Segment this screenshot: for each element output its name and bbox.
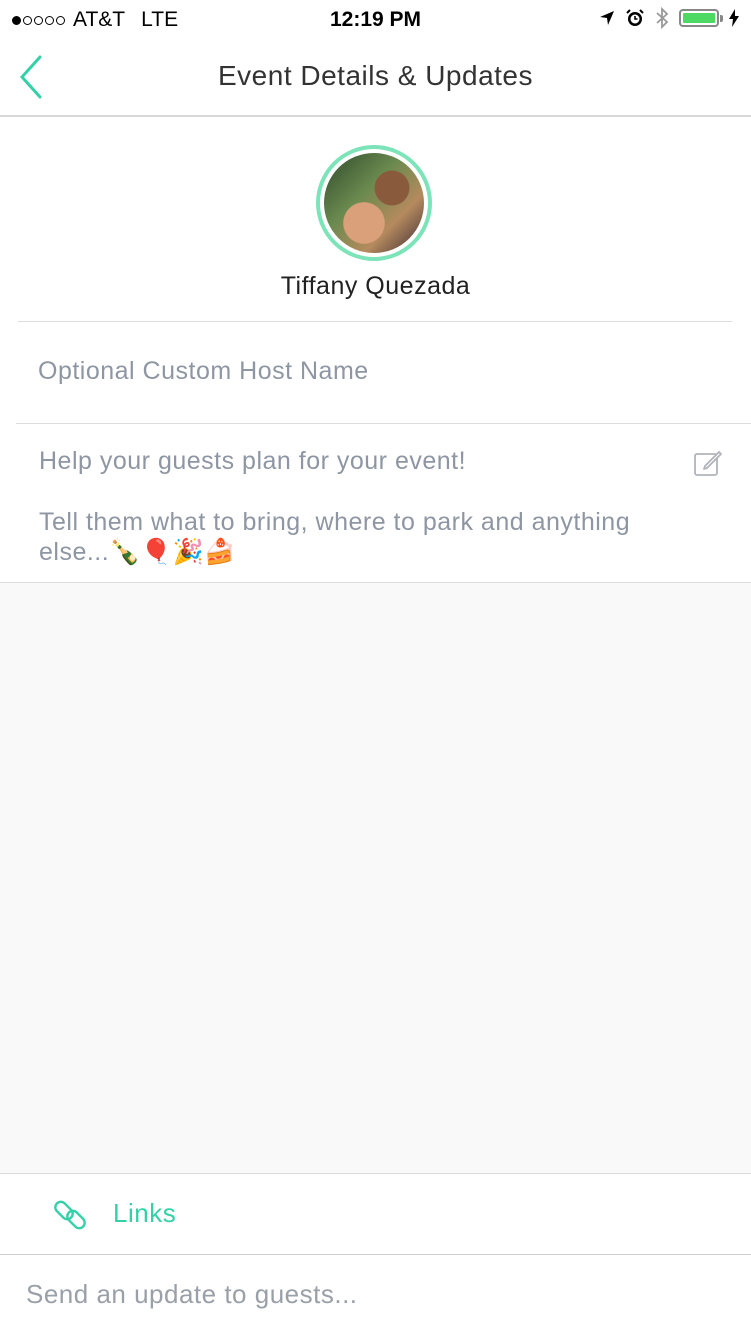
bluetooth-icon xyxy=(656,7,669,29)
edit-icon[interactable] xyxy=(693,449,723,477)
send-update-input[interactable] xyxy=(0,1255,751,1334)
status-right xyxy=(589,7,739,29)
alarm-icon xyxy=(626,9,644,26)
host-avatar[interactable] xyxy=(316,145,432,261)
custom-host-name-field[interactable]: Optional Custom Host Name xyxy=(38,357,369,386)
links-button[interactable]: Links xyxy=(0,1175,751,1254)
host-name: Tiffany Quezada xyxy=(280,272,471,300)
divider xyxy=(16,423,751,424)
location-arrow-icon xyxy=(600,11,614,25)
battery-icon xyxy=(679,9,723,27)
event-description-hint[interactable]: Tell them what to bring, where to park a… xyxy=(39,507,679,567)
nav-bar: Event Details & Updates xyxy=(0,40,751,117)
links-label: Links xyxy=(113,1198,177,1228)
avatar-photo xyxy=(324,153,424,253)
divider xyxy=(18,321,732,322)
event-description-prompt[interactable]: Help your guests plan for your event! xyxy=(39,447,466,476)
status-bar: AT&T LTE 12:19 PM xyxy=(0,0,751,40)
updates-feed-area xyxy=(0,582,751,1174)
charging-bolt-icon xyxy=(729,9,739,27)
link-icon xyxy=(54,1200,86,1230)
page-title: Event Details & Updates xyxy=(218,60,533,91)
